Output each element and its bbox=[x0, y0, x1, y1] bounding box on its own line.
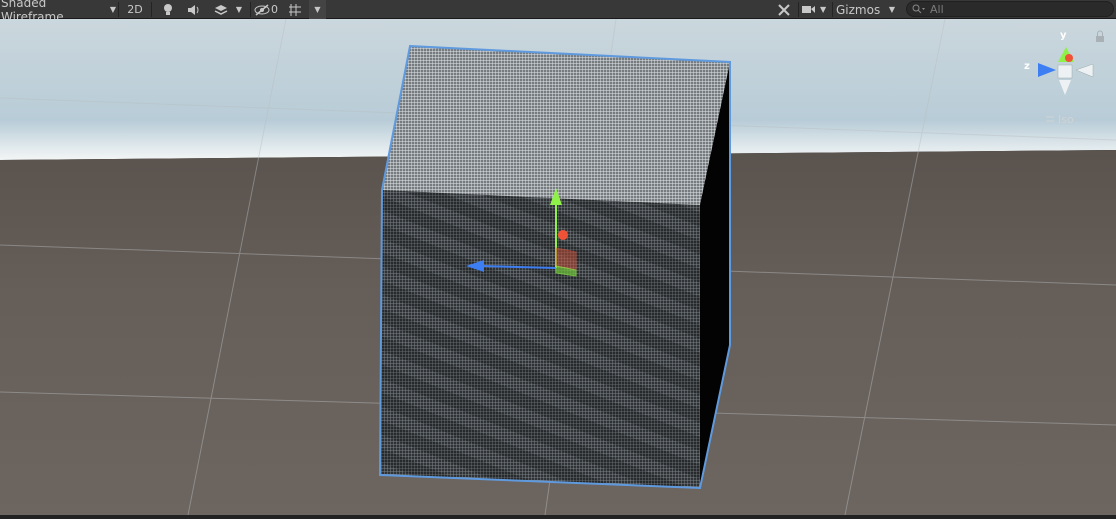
camera-settings-dropdown[interactable]: ▼ bbox=[801, 0, 831, 19]
scene-toolbar: Shaded Wireframe ▼ 2D ▼ 0 ▼ ▼ Gizmos ▼ A… bbox=[0, 0, 1116, 24]
gizmos-toggle[interactable]: Gizmos bbox=[835, 0, 883, 19]
eye-slash-icon bbox=[254, 3, 270, 16]
projection-label[interactable]: Iso bbox=[1058, 113, 1074, 126]
scene-canvas bbox=[0, 19, 1116, 515]
2d-mode-toggle[interactable]: 2D bbox=[122, 0, 148, 19]
gizmos-label: Gizmos bbox=[836, 2, 881, 17]
viewport-bottom-border bbox=[0, 515, 1116, 519]
shading-mode-dropdown[interactable]: Shaded Wireframe ▼ bbox=[0, 0, 116, 24]
gizmo-z-label: z bbox=[1024, 61, 1030, 72]
lighting-toggle[interactable] bbox=[158, 0, 178, 19]
hidden-count: 0 bbox=[271, 3, 278, 16]
chevron-down-icon: ▼ bbox=[109, 5, 116, 14]
search-placeholder: All bbox=[930, 2, 944, 16]
toolbar-divider bbox=[250, 2, 251, 17]
grid-icon bbox=[289, 3, 301, 16]
toolbar-divider bbox=[798, 2, 799, 17]
grid-options-dropdown[interactable]: ▼ bbox=[309, 0, 326, 19]
gizmo-y-label: y bbox=[1060, 30, 1067, 41]
hidden-objects-toggle[interactable]: 0 bbox=[254, 0, 282, 19]
chevron-down-icon: ▼ bbox=[235, 5, 243, 14]
tools-icon bbox=[778, 3, 790, 16]
gizmos-dropdown[interactable]: ▼ bbox=[884, 0, 900, 19]
camera-icon bbox=[802, 6, 815, 13]
audio-toggle[interactable] bbox=[183, 0, 205, 19]
light-bulb-icon bbox=[164, 3, 172, 15]
chevron-down-icon: ▼ bbox=[820, 5, 827, 14]
chevron-down-icon: ▼ bbox=[314, 5, 321, 14]
toolbar-divider bbox=[151, 2, 152, 17]
grid-toggle[interactable] bbox=[285, 0, 305, 19]
speaker-icon bbox=[188, 4, 199, 15]
scene-search-field[interactable]: All bbox=[906, 1, 1114, 17]
tools-toggle[interactable] bbox=[773, 0, 795, 19]
toolbar-divider bbox=[832, 2, 833, 17]
effects-dropdown[interactable]: ▼ bbox=[209, 0, 247, 19]
layers-icon bbox=[214, 4, 228, 15]
chevron-down-icon: ▼ bbox=[888, 5, 896, 14]
scene-viewport[interactable] bbox=[0, 19, 1116, 515]
toolbar-divider bbox=[118, 2, 119, 17]
2d-mode-label: 2D bbox=[127, 3, 143, 16]
search-icon bbox=[912, 4, 925, 14]
z-axis-handle[interactable] bbox=[558, 230, 568, 240]
